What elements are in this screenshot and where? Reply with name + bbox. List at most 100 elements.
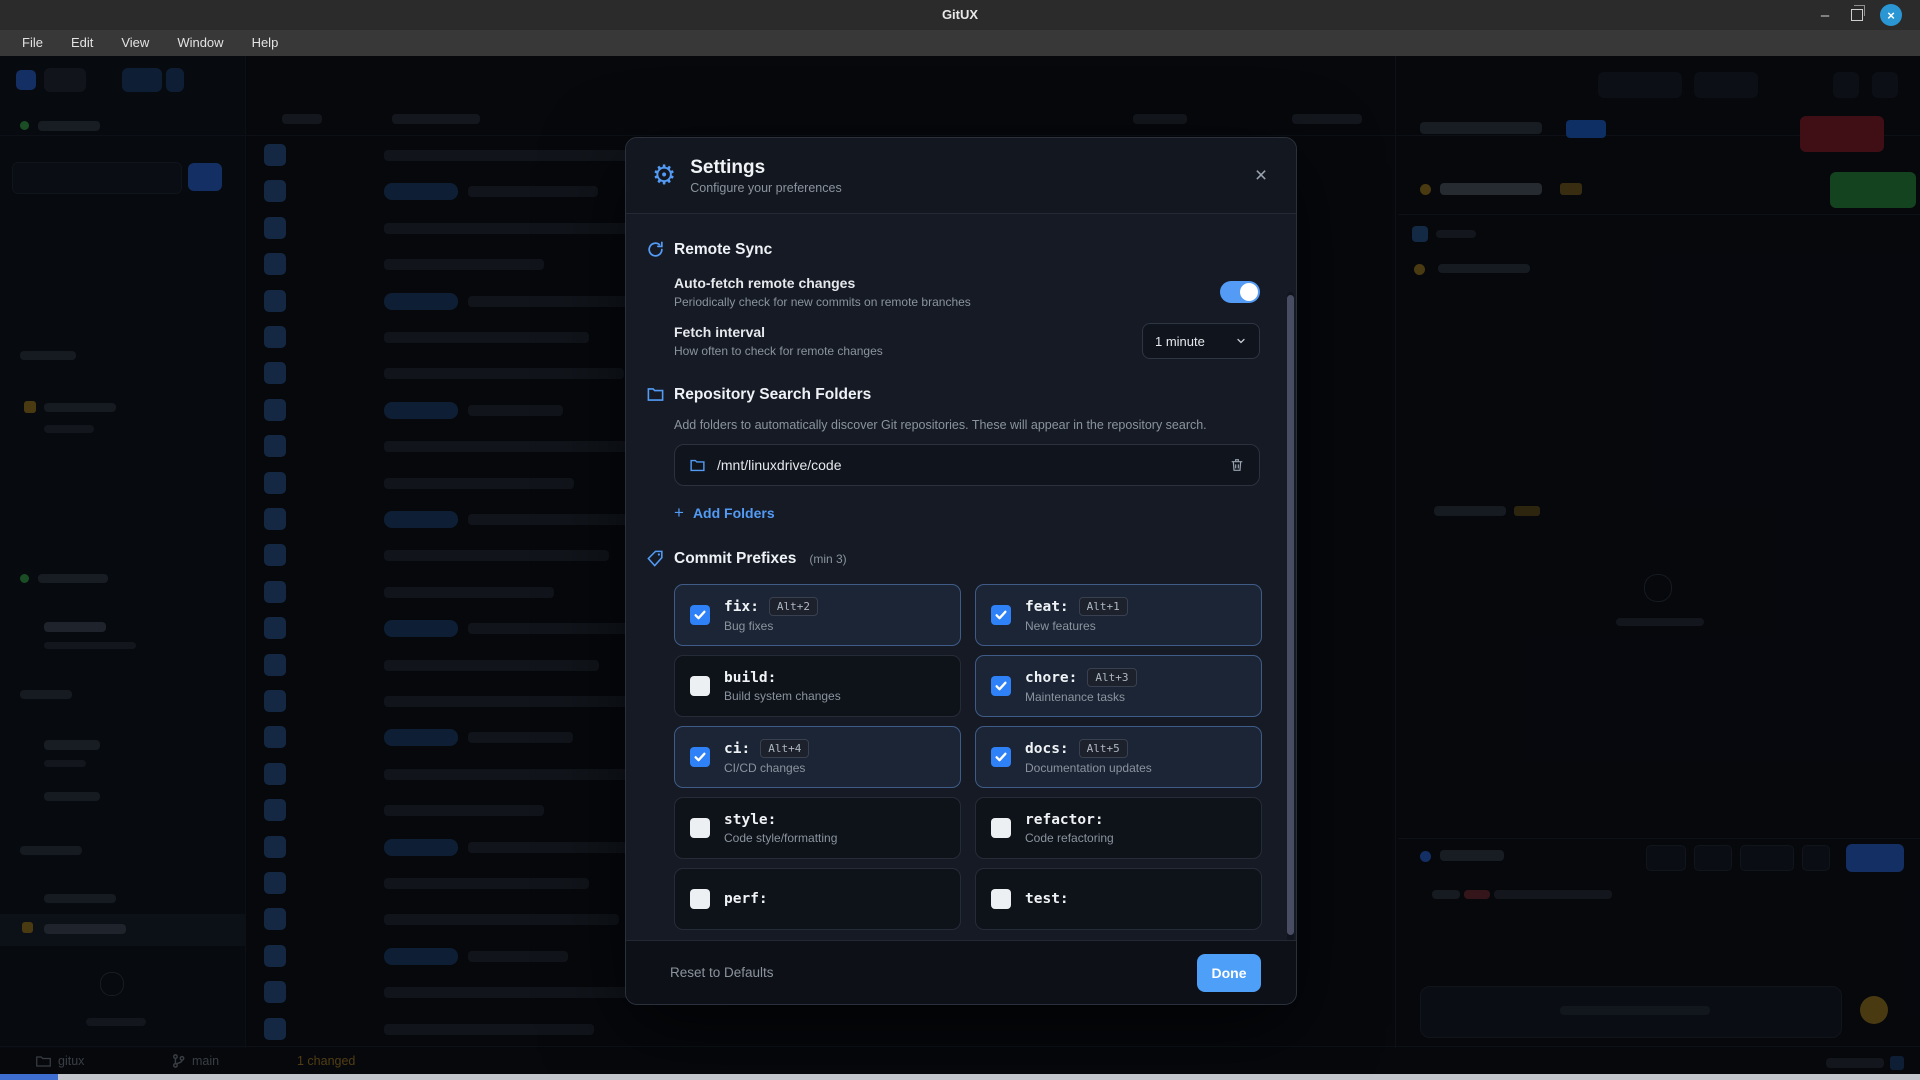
min-hint: (min 3) <box>809 552 846 566</box>
prefix-checkbox[interactable] <box>991 605 1011 625</box>
fetch-interval-value: 1 minute <box>1155 334 1205 349</box>
commit-prefix-card[interactable]: docs: Alt+5 Documentation updates <box>975 726 1262 788</box>
folder-icon <box>646 385 665 404</box>
folder-icon <box>689 457 706 474</box>
add-folders-label: Add Folders <box>693 505 775 521</box>
trash-icon[interactable] <box>1229 457 1245 473</box>
done-button[interactable]: Done <box>1197 954 1261 992</box>
prefix-checkbox[interactable] <box>991 818 1011 838</box>
prefix-description: Bug fixes <box>724 619 818 633</box>
prefix-checkbox[interactable] <box>690 676 710 696</box>
prefix-label: feat: <box>1025 599 1069 615</box>
menu-window[interactable]: Window <box>167 30 233 56</box>
prefix-description: Documentation updates <box>1025 761 1152 775</box>
settings-subtitle: Configure your preferences <box>690 181 841 195</box>
menu-edit[interactable]: Edit <box>61 30 103 56</box>
bottom-strip-accent <box>0 1074 58 1080</box>
shortcut-badge: Alt+2 <box>769 597 818 616</box>
settings-footer: Reset to Defaults Done <box>626 940 1296 1004</box>
prefix-description: Maintenance tasks <box>1025 690 1137 704</box>
prefix-label: test: <box>1025 891 1069 907</box>
commit-prefix-grid: fix:Alt+2Bug fixesfeat:Alt+1New features… <box>674 584 1260 930</box>
fetch-interval-select[interactable]: 1 minute <box>1142 323 1260 359</box>
shortcut-badge: Alt+1 <box>1079 597 1128 616</box>
screen-bottom-strip <box>0 1074 1920 1080</box>
toggle-knob <box>1240 283 1258 301</box>
window-title: GitUX <box>0 0 1920 30</box>
add-folders-button[interactable]: + Add Folders <box>674 504 1260 521</box>
prefix-label: chore: <box>1025 670 1077 686</box>
menu-view[interactable]: View <box>111 30 159 56</box>
shortcut-badge: Alt+3 <box>1087 668 1136 687</box>
commit-prefix-card[interactable]: style: Code style/formatting <box>674 797 961 859</box>
prefix-label: fix: <box>724 599 759 615</box>
commit-prefixes-section: Commit Prefixes (min 3) <box>646 549 1260 568</box>
prefix-checkbox[interactable] <box>690 605 710 625</box>
restore-button[interactable] <box>1846 4 1868 26</box>
modal-scrollbar-thumb[interactable] <box>1287 295 1294 935</box>
repo-folders-section: Repository Search Folders <box>646 385 1260 404</box>
prefix-checkbox[interactable] <box>991 676 1011 696</box>
remote-sync-section: Remote Sync <box>646 240 1260 259</box>
check-icon <box>693 750 707 764</box>
menu-bar: File Edit View Window Help <box>0 30 1920 56</box>
prefix-checkbox[interactable] <box>690 747 710 767</box>
section-title: Commit Prefixes <box>674 550 796 568</box>
sync-icon <box>646 240 665 259</box>
prefix-checkbox[interactable] <box>991 889 1011 909</box>
auto-fetch-label: Auto-fetch remote changes <box>674 275 971 291</box>
commit-prefix-card[interactable]: chore: Alt+3 Maintenance tasks <box>975 655 1262 717</box>
check-icon <box>994 750 1008 764</box>
settings-header: ⚙ Settings Configure your preferences × <box>626 138 1296 214</box>
app-window: gitux main 1 changed GitUX – × File Edit… <box>0 0 1920 1080</box>
tag-icon <box>646 549 665 568</box>
prefix-checkbox[interactable] <box>690 818 710 838</box>
window-close-button[interactable]: × <box>1880 4 1902 26</box>
commit-prefix-card[interactable]: build: Build system changes <box>674 655 961 717</box>
prefix-label: refactor: <box>1025 812 1104 828</box>
commit-prefix-card[interactable]: ci: Alt+4 CI/CD changes <box>674 726 961 788</box>
plus-icon: + <box>674 504 684 521</box>
fetch-interval-label: Fetch interval <box>674 324 883 340</box>
close-icon[interactable]: × <box>1248 162 1274 188</box>
auto-fetch-toggle[interactable] <box>1220 281 1260 303</box>
prefix-checkbox[interactable] <box>991 747 1011 767</box>
folder-path: /mnt/linuxdrive/code <box>717 457 1218 473</box>
modal-scrollbar-track <box>1287 292 1294 940</box>
commit-prefix-card[interactable]: fix: Alt+2 Bug fixes <box>674 584 961 646</box>
prefix-description: Code refactoring <box>1025 831 1114 845</box>
auto-fetch-row: Auto-fetch remote changes Periodically c… <box>674 275 1260 309</box>
prefix-description: CI/CD changes <box>724 761 809 775</box>
settings-dialog: ⚙ Settings Configure your preferences × … <box>625 137 1297 1005</box>
auto-fetch-description: Periodically check for new commits on re… <box>674 295 971 309</box>
fetch-interval-description: How often to check for remote changes <box>674 344 883 358</box>
prefix-label: ci: <box>724 741 750 757</box>
section-title: Remote Sync <box>674 241 772 259</box>
settings-title: Settings <box>690 156 841 180</box>
folder-row: /mnt/linuxdrive/code <box>674 444 1260 486</box>
prefix-description: Build system changes <box>724 689 841 703</box>
commit-prefix-card[interactable]: refactor: Code refactoring <box>975 797 1262 859</box>
menu-help[interactable]: Help <box>242 30 289 56</box>
restore-icon <box>1851 9 1863 21</box>
chevron-down-icon <box>1235 335 1247 347</box>
shortcut-badge: Alt+4 <box>760 739 809 758</box>
prefix-label: build: <box>724 670 776 686</box>
prefix-label: perf: <box>724 891 768 907</box>
check-icon <box>994 679 1008 693</box>
commit-prefix-card[interactable]: feat:Alt+1New features <box>975 584 1262 646</box>
minimize-button[interactable]: – <box>1814 4 1836 26</box>
prefix-label: style: <box>724 812 776 828</box>
commit-prefix-card[interactable]: perf: <box>674 868 961 930</box>
prefix-label: docs: <box>1025 741 1069 757</box>
shortcut-badge: Alt+5 <box>1079 739 1128 758</box>
reset-defaults-button[interactable]: Reset to Defaults <box>670 965 774 980</box>
repo-folders-description: Add folders to automatically discover Gi… <box>674 418 1260 432</box>
menu-file[interactable]: File <box>12 30 53 56</box>
prefix-checkbox[interactable] <box>690 889 710 909</box>
settings-body: Remote Sync Auto-fetch remote changes Pe… <box>626 214 1296 940</box>
title-bar: GitUX – × <box>0 0 1920 30</box>
prefix-description: Code style/formatting <box>724 831 837 845</box>
commit-prefix-card[interactable]: test: <box>975 868 1262 930</box>
check-icon <box>693 608 707 622</box>
